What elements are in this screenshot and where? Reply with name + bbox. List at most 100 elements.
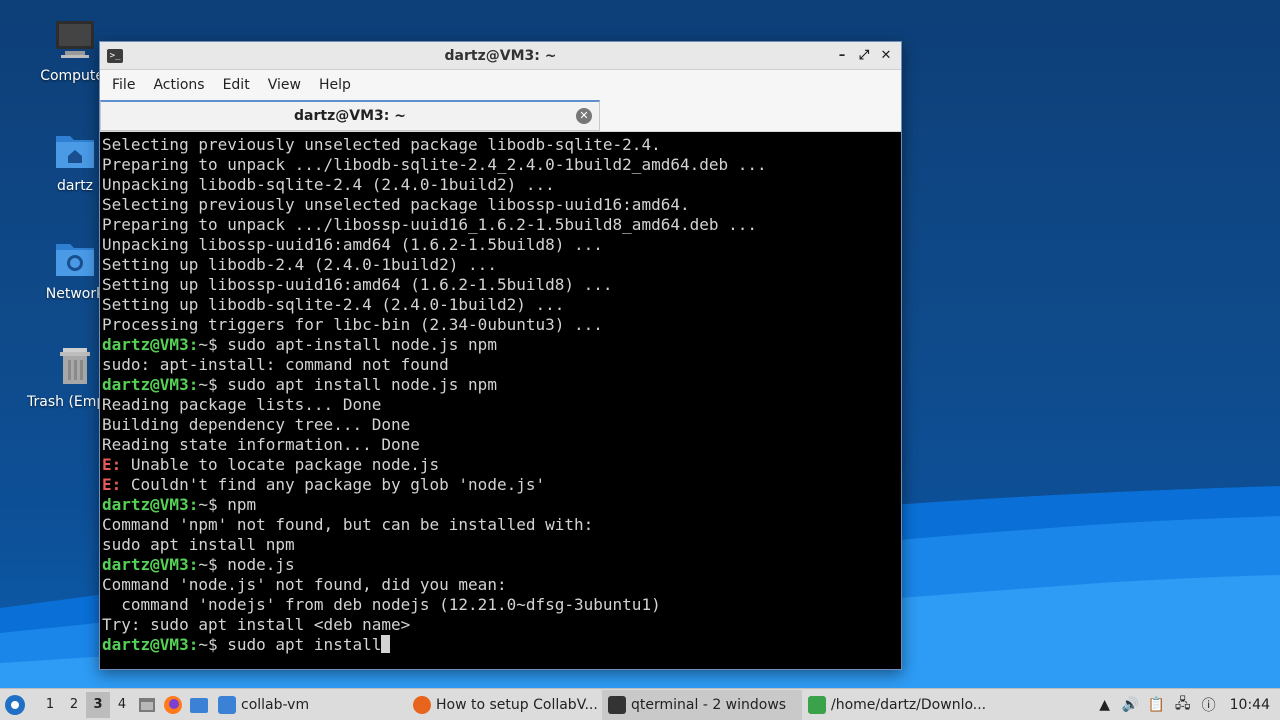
tab-terminal[interactable]: dartz@VM3: ~ ✕ <box>100 100 600 131</box>
line-text: sudo apt install npm <box>102 535 295 554</box>
line-text: ~$ npm <box>198 495 257 514</box>
line-text: Setting up libodb-2.4 (2.4.0-1build2) ..… <box>102 255 497 274</box>
clock[interactable]: 10:44 <box>1222 697 1280 713</box>
window-titlebar[interactable]: >_ dartz@VM3: ~ – ⤢ ✕ <box>100 42 901 70</box>
line-text: Reading state information... Done <box>102 435 420 454</box>
network-icon[interactable]: 🖧 <box>1172 694 1194 716</box>
task-label: qterminal - 2 windows <box>631 696 787 713</box>
firefox-icon <box>413 695 431 714</box>
folder-icon <box>218 695 236 714</box>
menu-edit[interactable]: Edit <box>215 77 258 93</box>
terminal-line: sudo: apt-install: command not found <box>102 355 899 375</box>
terminal-line: Command 'node.js' not found, did you mea… <box>102 575 899 595</box>
shell-prompt: dartz@VM3: <box>102 495 199 514</box>
terminal-line: Unpacking libodb-sqlite-2.4 (2.4.0-1buil… <box>102 175 899 195</box>
task-archive[interactable]: /home/dartz/Downlo... <box>802 690 997 720</box>
start-menu-icon <box>5 694 25 715</box>
line-text: Unpacking libossp-uuid16:amd64 (1.6.2-1.… <box>102 235 603 254</box>
line-text: Setting up libossp-uuid16:amd64 (1.6.2-1… <box>102 275 613 294</box>
line-text: ~$ sudo apt-install node.js npm <box>198 335 497 354</box>
terminal-line: Reading package lists... Done <box>102 395 899 415</box>
start-menu-button[interactable] <box>0 690 30 720</box>
terminal-line: Setting up libodb-2.4 (2.4.0-1build2) ..… <box>102 255 899 275</box>
terminal-line: Preparing to unpack .../libodb-sqlite-2.… <box>102 155 899 175</box>
home-folder-icon <box>53 128 97 172</box>
archive-icon <box>808 695 826 714</box>
maximize-button[interactable]: ⤢ <box>855 47 873 65</box>
terminal-line: Unpacking libossp-uuid16:amd64 (1.6.2-1.… <box>102 235 899 255</box>
line-text: Setting up libodb-sqlite-2.4 (2.4.0-1bui… <box>102 295 565 314</box>
task-firefox[interactable]: How to setup CollabV... <box>407 690 602 720</box>
menubar: File Actions Edit View Help <box>100 70 901 100</box>
task-qterminal[interactable]: qterminal - 2 windows <box>602 689 802 720</box>
terminal-line: E: Unable to locate package node.js <box>102 455 899 475</box>
minimize-button[interactable]: – <box>833 47 851 65</box>
menu-help[interactable]: Help <box>311 77 359 93</box>
terminal-line: Setting up libossp-uuid16:amd64 (1.6.2-1… <box>102 275 899 295</box>
trash-icon <box>53 344 97 388</box>
tab-bar: dartz@VM3: ~ ✕ <box>100 100 901 132</box>
clipboard-icon[interactable]: 📋 <box>1146 694 1168 716</box>
network-folder-icon <box>53 236 97 280</box>
firefox-icon <box>164 695 182 714</box>
tray-up-arrow-icon[interactable]: ▲ <box>1094 694 1116 716</box>
terminal-line: Command 'npm' not found, but can be inst… <box>102 515 899 535</box>
terminal-line: E: Couldn't find any package by glob 'no… <box>102 475 899 495</box>
line-text: command 'nodejs' from deb nodejs (12.21.… <box>102 595 661 614</box>
update-notifier-icon[interactable]: ⓘ <box>1198 694 1220 716</box>
volume-icon[interactable]: 🔊 <box>1120 694 1142 716</box>
shell-prompt: dartz@VM3: <box>102 635 199 654</box>
menu-actions[interactable]: Actions <box>145 77 212 93</box>
line-text: Preparing to unpack .../libossp-uuid16_1… <box>102 215 758 234</box>
error-marker: E: <box>102 455 122 474</box>
terminal-line: Selecting previously unselected package … <box>102 135 899 155</box>
firefox-launcher[interactable] <box>160 692 186 718</box>
line-text: Try: sudo apt install <deb name> <box>102 615 411 634</box>
terminal-line: Preparing to unpack .../libossp-uuid16_1… <box>102 215 899 235</box>
terminal-line: sudo apt install npm <box>102 535 899 555</box>
terminal-line: dartz@VM3:~$ sudo apt install node.js np… <box>102 375 899 395</box>
shell-prompt: dartz@VM3: <box>102 375 199 394</box>
menu-file[interactable]: File <box>104 77 143 93</box>
line-text: ~$ node.js <box>198 555 295 574</box>
shell-prompt: dartz@VM3: <box>102 555 199 574</box>
line-text: Command 'npm' not found, but can be inst… <box>102 515 594 534</box>
file-manager-launcher[interactable] <box>186 692 212 718</box>
line-text: ~$ sudo apt install node.js npm <box>198 375 497 394</box>
line-text: Unable to locate package node.js <box>121 455 440 474</box>
window-title: dartz@VM3: ~ <box>444 47 557 64</box>
line-text: Processing triggers for libc-bin (2.34-0… <box>102 315 603 334</box>
line-text: Preparing to unpack .../libodb-sqlite-2.… <box>102 155 767 174</box>
terminal-line: dartz@VM3:~$ sudo apt-install node.js np… <box>102 335 899 355</box>
computer-icon <box>53 18 97 62</box>
shell-prompt: dartz@VM3: <box>102 335 199 354</box>
terminal-line: Building dependency tree... Done <box>102 415 899 435</box>
line-text: ~$ sudo apt install <box>198 635 382 654</box>
terminal-line: Setting up libodb-sqlite-2.4 (2.4.0-1bui… <box>102 295 899 315</box>
terminal-output[interactable]: Selecting previously unselected package … <box>102 135 899 667</box>
terminal-line: command 'nodejs' from deb nodejs (12.21.… <box>102 595 899 615</box>
line-text: sudo: apt-install: command not found <box>102 355 449 374</box>
workspace-1[interactable]: 1 <box>38 697 62 712</box>
tab-close-icon[interactable]: ✕ <box>576 108 592 124</box>
terminal-line: Selecting previously unselected package … <box>102 195 899 215</box>
show-desktop-button[interactable] <box>134 692 160 718</box>
line-text: Couldn't find any package by glob 'node.… <box>121 475 546 494</box>
error-marker: E: <box>102 475 122 494</box>
workspace-2[interactable]: 2 <box>62 697 86 712</box>
terminal-line: Try: sudo apt install <deb name> <box>102 615 899 635</box>
line-text: Building dependency tree... Done <box>102 415 411 434</box>
text-cursor <box>381 635 391 653</box>
terminal-line: dartz@VM3:~$ npm <box>102 495 899 515</box>
workspace-3[interactable]: 3 <box>86 691 110 718</box>
terminal-line: dartz@VM3:~$ node.js <box>102 555 899 575</box>
terminal-line: Processing triggers for libc-bin (2.34-0… <box>102 315 899 335</box>
terminal-icon <box>608 695 626 714</box>
workspace-4[interactable]: 4 <box>110 697 134 712</box>
task-collab-vm[interactable]: collab-vm <box>212 690 407 720</box>
line-text: Reading package lists... Done <box>102 395 382 414</box>
terminal-window[interactable]: >_ dartz@VM3: ~ – ⤢ ✕ File Actions Edit … <box>99 41 902 670</box>
line-text: Selecting previously unselected package … <box>102 195 690 214</box>
close-button[interactable]: ✕ <box>877 47 895 65</box>
menu-view[interactable]: View <box>260 77 309 93</box>
